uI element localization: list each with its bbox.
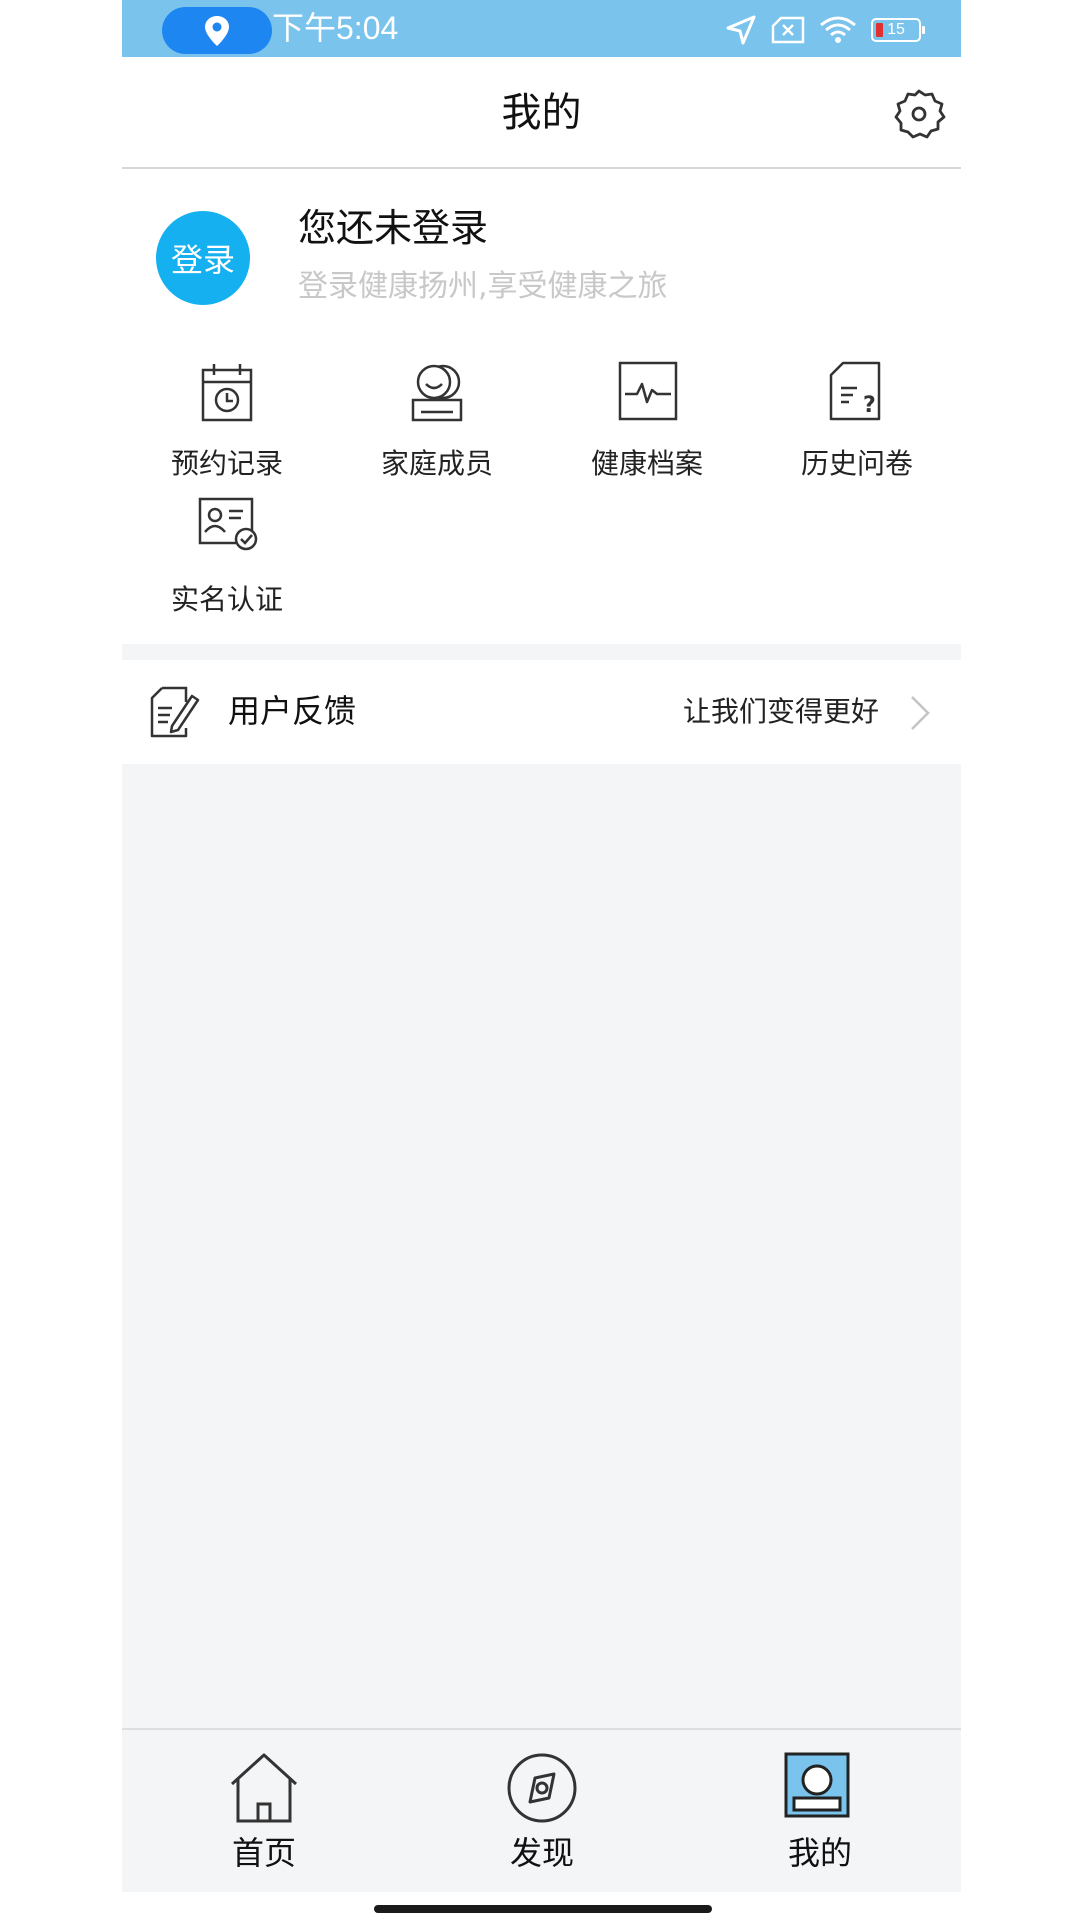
- svg-text:?: ?: [863, 393, 876, 418]
- func-label: 健康档案: [590, 447, 703, 480]
- questionnaire-icon: ?: [829, 361, 881, 421]
- status-bar: 下午5:04 15: [122, 0, 961, 57]
- page-title: 我的: [501, 90, 582, 136]
- compass-icon: [507, 1753, 577, 1823]
- tab-discover[interactable]: 发现: [442, 1752, 642, 1872]
- func-family-members[interactable]: 家庭成员: [332, 346, 542, 480]
- home-icon: [230, 1753, 298, 1823]
- func-health-records[interactable]: 健康档案: [542, 346, 752, 480]
- feedback-label: 用户反馈: [228, 692, 357, 730]
- func-label: 预约记录: [170, 447, 283, 480]
- bottom-tab-bar: 首页 发现 我的: [122, 1728, 961, 1892]
- phone-screen: 下午5:04 15 我的 登录 您还未登录 登录健康扬州,享受健康之旅 预约记录…: [122, 0, 961, 1920]
- battery-icon: 15: [871, 18, 925, 42]
- func-history-questionnaire[interactable]: ? 历史问卷: [752, 346, 961, 480]
- content-background: [122, 764, 961, 1728]
- func-label: 历史问卷: [800, 447, 913, 480]
- func-label: 家庭成员: [380, 447, 493, 480]
- tab-label: 发现: [509, 1834, 574, 1872]
- profile-icon: [784, 1752, 850, 1818]
- profile-section[interactable]: 登录 您还未登录 登录健康扬州,享受健康之旅: [122, 171, 961, 346]
- login-avatar-button[interactable]: 登录: [156, 211, 250, 305]
- wifi-icon: [820, 16, 856, 43]
- section-divider: [122, 644, 961, 660]
- profile-title: 您还未登录: [298, 206, 489, 250]
- function-grid: 预约记录 家庭成员 健康档案 ? 历史问卷 实名认证: [122, 346, 961, 644]
- page-header: 我的: [122, 57, 961, 169]
- no-sim-icon: [771, 16, 805, 44]
- feedback-hint: 让我们变得更好: [682, 695, 879, 728]
- calendar-clock-icon: [201, 364, 253, 422]
- feedback-row[interactable]: 用户反馈 让我们变得更好: [122, 660, 961, 764]
- status-time: 下午5:04: [272, 10, 399, 46]
- location-pill[interactable]: [162, 7, 272, 54]
- tab-label: 我的: [787, 1834, 852, 1872]
- location-pin-icon: [205, 15, 229, 46]
- func-appointment-records[interactable]: 预约记录: [122, 346, 332, 480]
- gear-icon[interactable]: [892, 87, 946, 141]
- id-verify-icon: [198, 497, 258, 551]
- home-indicator[interactable]: [374, 1905, 712, 1913]
- func-real-name-auth[interactable]: 实名认证: [122, 482, 332, 616]
- tab-mine[interactable]: 我的: [720, 1752, 920, 1872]
- feedback-edit-icon: [150, 686, 200, 738]
- tab-label: 首页: [231, 1834, 296, 1872]
- chevron-right-icon: [911, 696, 930, 730]
- family-members-icon: [411, 364, 463, 422]
- tab-home[interactable]: 首页: [164, 1752, 364, 1872]
- status-icons: 15: [725, 10, 925, 50]
- health-record-icon: [618, 361, 678, 421]
- location-arrow-icon: [726, 15, 756, 45]
- profile-subtitle: 登录健康扬州,享受健康之旅: [298, 269, 668, 304]
- func-label: 实名认证: [170, 583, 283, 616]
